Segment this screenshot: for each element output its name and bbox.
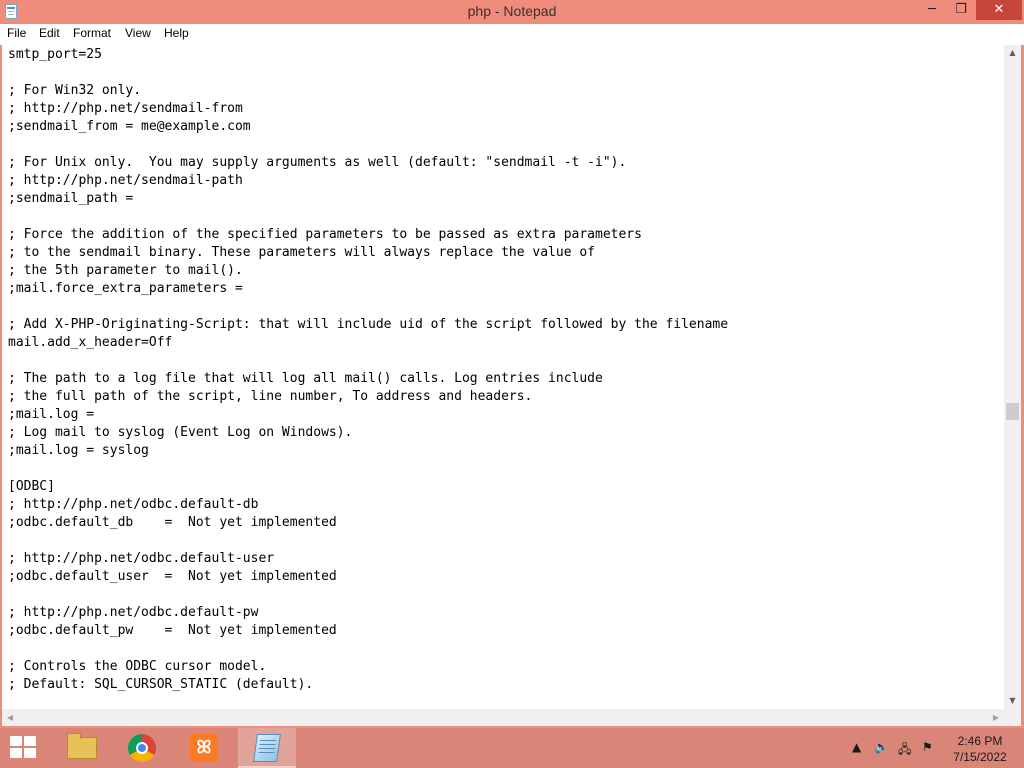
network-icon[interactable]: 🖧 [898,740,911,761]
clock-date: 7/15/2022 [953,750,1007,764]
editor-frame: smtp_port=25 ; For Win32 only. ; http://… [0,45,1024,728]
volume-muted-icon[interactable]: 🔈 [874,740,889,754]
taskbar-xampp[interactable]: ꕤ [176,728,234,768]
menu-help[interactable]: Help [164,26,189,40]
start-button[interactable] [10,736,38,760]
windows-logo-icon [24,748,36,758]
system-clock[interactable]: 2:46 PM 7/15/2022 [940,733,1020,765]
taskbar: ꕤ ▲ 🔈 🖧 ⚑ 2:46 PM 7/15/2022 [0,728,1024,768]
scroll-right-icon[interactable]: ▶ [988,709,1004,726]
notepad-icon [253,734,281,762]
clock-time: 2:46 PM [957,734,1003,748]
window-title: php - Notepad [467,3,557,19]
horizontal-scrollbar[interactable]: ◀ ▶ [2,709,1004,726]
scrollbar-corner [1004,709,1021,726]
scroll-down-icon[interactable]: ▼ [1004,693,1021,709]
menu-file[interactable]: File [7,26,26,40]
menu-bar: File Edit Format View Help [0,24,1024,46]
taskbar-notepad[interactable] [238,728,296,768]
windows-logo-icon [10,736,22,746]
vertical-scroll-thumb[interactable] [1006,403,1019,420]
menu-format[interactable]: Format [73,26,111,40]
folder-icon [67,733,97,759]
text-editor[interactable]: smtp_port=25 ; For Win32 only. ; http://… [2,45,1004,709]
taskbar-chrome[interactable] [114,728,172,768]
scroll-up-icon[interactable]: ▲ [1004,45,1021,61]
close-button[interactable]: ✕ [976,0,1022,20]
windows-logo-icon [10,748,22,758]
minimize-button[interactable]: ─ [918,0,946,20]
chrome-icon [128,734,156,762]
taskbar-file-explorer[interactable] [52,728,110,768]
show-hidden-icons-icon[interactable]: ▲ [852,740,861,754]
vertical-scrollbar[interactable]: ▲ ▼ [1004,45,1021,709]
restore-button[interactable]: ❐ [947,0,975,20]
menu-view[interactable]: View [125,26,151,40]
document-text[interactable]: smtp_port=25 ; For Win32 only. ; http://… [8,46,728,694]
title-bar: php - Notepad ─ ❐ ✕ [0,0,1024,24]
action-center-flag-icon[interactable]: ⚑ [922,740,933,754]
windows-logo-icon [24,736,36,746]
xampp-icon: ꕤ [190,734,218,762]
scroll-left-icon[interactable]: ◀ [2,709,18,726]
menu-edit[interactable]: Edit [39,26,60,40]
